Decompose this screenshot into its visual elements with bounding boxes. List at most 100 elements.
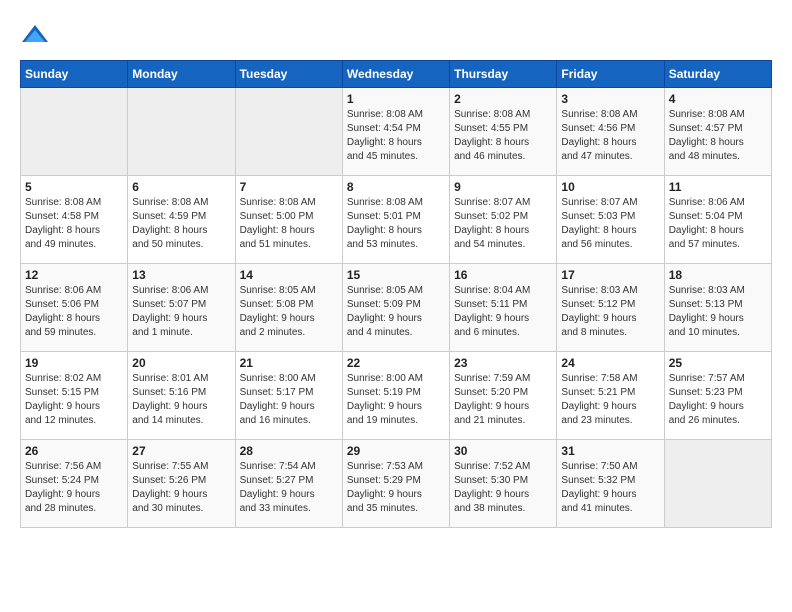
- calendar-table: SundayMondayTuesdayWednesdayThursdayFrid…: [20, 60, 772, 528]
- day-number: 7: [240, 180, 338, 194]
- calendar-header-row: SundayMondayTuesdayWednesdayThursdayFrid…: [21, 61, 772, 88]
- calendar-cell: 15Sunrise: 8:05 AM Sunset: 5:09 PM Dayli…: [342, 264, 449, 352]
- day-info: Sunrise: 8:02 AM Sunset: 5:15 PM Dayligh…: [25, 372, 123, 428]
- day-number: 2: [454, 92, 552, 106]
- day-number: 28: [240, 444, 338, 458]
- calendar-cell: 24Sunrise: 7:58 AM Sunset: 5:21 PM Dayli…: [557, 352, 664, 440]
- day-info: Sunrise: 8:05 AM Sunset: 5:08 PM Dayligh…: [240, 284, 338, 340]
- day-number: 16: [454, 268, 552, 282]
- calendar-cell: 1Sunrise: 8:08 AM Sunset: 4:54 PM Daylig…: [342, 88, 449, 176]
- calendar-cell: 27 Sunrise: 7:55 AM Sunset: 5:26 PM Dayli…: [128, 440, 235, 528]
- day-number: 25: [669, 356, 767, 370]
- day-info: Sunrise: 8:08 AM Sunset: 4:59 PM Dayligh…: [132, 196, 230, 252]
- day-number: 4: [669, 92, 767, 106]
- day-info: Sunrise: 7:59 AM Sunset: 5:20 PM Dayligh…: [454, 372, 552, 428]
- calendar-cell: 21 Sunrise: 8:00 AM Sunset: 5:17 PM Dayli…: [235, 352, 342, 440]
- day-number: 17: [561, 268, 659, 282]
- calendar-cell: 12 Sunrise: 8:06 AM Sunset: 5:06 PM Dayli…: [21, 264, 128, 352]
- calendar-cell: 9 Sunrise: 8:07 AM Sunset: 5:02 PM Daylig…: [450, 176, 557, 264]
- day-number: 19: [25, 356, 123, 370]
- day-number: 8: [347, 180, 445, 194]
- day-number: 21: [240, 356, 338, 370]
- header-sunday: Sunday: [21, 61, 128, 88]
- day-info: Sunrise: 7:56 AM Sunset: 5:24 PM Dayligh…: [25, 460, 123, 516]
- day-info: Sunrise: 7:55 AM Sunset: 5:26 PM Dayligh…: [132, 460, 230, 516]
- day-info: Sunrise: 8:00 AM Sunset: 5:17 PM Dayligh…: [240, 372, 338, 428]
- day-info: Sunrise: 8:00 AM Sunset: 5:19 PM Dayligh…: [347, 372, 445, 428]
- day-info: Sunrise: 8:04 AM Sunset: 5:11 PM Dayligh…: [454, 284, 552, 340]
- calendar-cell: 25 Sunrise: 7:57 AM Sunset: 5:23 PM Dayli…: [664, 352, 771, 440]
- calendar-cell: 18 Sunrise: 8:03 AM Sunset: 5:13 PM Dayli…: [664, 264, 771, 352]
- day-number: 20: [132, 356, 230, 370]
- header-tuesday: Tuesday: [235, 61, 342, 88]
- day-info: Sunrise: 8:06 AM Sunset: 5:06 PM Dayligh…: [25, 284, 123, 340]
- day-info: Sunrise: 7:50 AM Sunset: 5:32 PM Dayligh…: [561, 460, 659, 516]
- day-number: 23: [454, 356, 552, 370]
- day-info: Sunrise: 8:08 AM Sunset: 4:57 PM Dayligh…: [669, 108, 767, 164]
- calendar-cell: 29 Sunrise: 7:53 AM Sunset: 5:29 PM Dayli…: [342, 440, 449, 528]
- day-number: 6: [132, 180, 230, 194]
- day-info: Sunrise: 8:06 AM Sunset: 5:04 PM Dayligh…: [669, 196, 767, 252]
- calendar-cell: 10Sunrise: 8:07 AM Sunset: 5:03 PM Dayli…: [557, 176, 664, 264]
- header-monday: Monday: [128, 61, 235, 88]
- day-number: 27: [132, 444, 230, 458]
- calendar-week-2: 5 Sunrise: 8:08 AM Sunset: 4:58 PM Daylig…: [21, 176, 772, 264]
- header-wednesday: Wednesday: [342, 61, 449, 88]
- header-friday: Friday: [557, 61, 664, 88]
- day-number: 18: [669, 268, 767, 282]
- calendar-cell: 30 Sunrise: 7:52 AM Sunset: 5:30 PM Dayli…: [450, 440, 557, 528]
- day-number: 15: [347, 268, 445, 282]
- calendar-cell: 26 Sunrise: 7:56 AM Sunset: 5:24 PM Dayli…: [21, 440, 128, 528]
- day-number: 9: [454, 180, 552, 194]
- logo-icon: [20, 20, 50, 50]
- day-number: 22: [347, 356, 445, 370]
- header-thursday: Thursday: [450, 61, 557, 88]
- calendar-week-1: 1Sunrise: 8:08 AM Sunset: 4:54 PM Daylig…: [21, 88, 772, 176]
- day-number: 26: [25, 444, 123, 458]
- calendar-cell: [235, 88, 342, 176]
- calendar-cell: 2 Sunrise: 8:08 AM Sunset: 4:55 PM Daylig…: [450, 88, 557, 176]
- day-number: 13: [132, 268, 230, 282]
- day-info: Sunrise: 8:08 AM Sunset: 5:01 PM Dayligh…: [347, 196, 445, 252]
- calendar-cell: 13 Sunrise: 8:06 AM Sunset: 5:07 PM Dayli…: [128, 264, 235, 352]
- calendar-cell: 14Sunrise: 8:05 AM Sunset: 5:08 PM Dayli…: [235, 264, 342, 352]
- day-info: Sunrise: 8:06 AM Sunset: 5:07 PM Dayligh…: [132, 284, 230, 340]
- day-number: 12: [25, 268, 123, 282]
- calendar-cell: 20 Sunrise: 8:01 AM Sunset: 5:16 PM Dayli…: [128, 352, 235, 440]
- calendar-cell: 11 Sunrise: 8:06 AM Sunset: 5:04 PM Dayli…: [664, 176, 771, 264]
- calendar-week-3: 12 Sunrise: 8:06 AM Sunset: 5:06 PM Dayli…: [21, 264, 772, 352]
- calendar-cell: 17 Sunrise: 8:03 AM Sunset: 5:12 PM Dayli…: [557, 264, 664, 352]
- calendar-cell: 5 Sunrise: 8:08 AM Sunset: 4:58 PM Daylig…: [21, 176, 128, 264]
- day-number: 31: [561, 444, 659, 458]
- header-saturday: Saturday: [664, 61, 771, 88]
- day-info: Sunrise: 8:08 AM Sunset: 4:55 PM Dayligh…: [454, 108, 552, 164]
- day-number: 24: [561, 356, 659, 370]
- day-info: Sunrise: 8:08 AM Sunset: 4:56 PM Dayligh…: [561, 108, 659, 164]
- day-info: Sunrise: 8:08 AM Sunset: 5:00 PM Dayligh…: [240, 196, 338, 252]
- day-number: 11: [669, 180, 767, 194]
- calendar-cell: 3 Sunrise: 8:08 AM Sunset: 4:56 PM Daylig…: [557, 88, 664, 176]
- day-info: Sunrise: 8:07 AM Sunset: 5:03 PM Dayligh…: [561, 196, 659, 252]
- calendar-cell: 23 Sunrise: 7:59 AM Sunset: 5:20 PM Dayli…: [450, 352, 557, 440]
- day-number: 1: [347, 92, 445, 106]
- calendar-cell: 8 Sunrise: 8:08 AM Sunset: 5:01 PM Daylig…: [342, 176, 449, 264]
- day-info: Sunrise: 8:07 AM Sunset: 5:02 PM Dayligh…: [454, 196, 552, 252]
- day-number: 3: [561, 92, 659, 106]
- calendar-cell: 31 Sunrise: 7:50 AM Sunset: 5:32 PM Dayli…: [557, 440, 664, 528]
- calendar-cell: [664, 440, 771, 528]
- day-info: Sunrise: 7:57 AM Sunset: 5:23 PM Dayligh…: [669, 372, 767, 428]
- page-header: [20, 20, 772, 50]
- calendar-cell: 22 Sunrise: 8:00 AM Sunset: 5:19 PM Dayli…: [342, 352, 449, 440]
- logo: [20, 20, 54, 50]
- day-info: Sunrise: 7:54 AM Sunset: 5:27 PM Dayligh…: [240, 460, 338, 516]
- day-number: 29: [347, 444, 445, 458]
- day-info: Sunrise: 8:01 AM Sunset: 5:16 PM Dayligh…: [132, 372, 230, 428]
- day-number: 30: [454, 444, 552, 458]
- day-info: Sunrise: 8:03 AM Sunset: 5:12 PM Dayligh…: [561, 284, 659, 340]
- day-number: 5: [25, 180, 123, 194]
- day-info: Sunrise: 7:52 AM Sunset: 5:30 PM Dayligh…: [454, 460, 552, 516]
- day-info: Sunrise: 7:53 AM Sunset: 5:29 PM Dayligh…: [347, 460, 445, 516]
- day-info: Sunrise: 8:03 AM Sunset: 5:13 PM Dayligh…: [669, 284, 767, 340]
- calendar-cell: [21, 88, 128, 176]
- day-info: Sunrise: 8:08 AM Sunset: 4:58 PM Dayligh…: [25, 196, 123, 252]
